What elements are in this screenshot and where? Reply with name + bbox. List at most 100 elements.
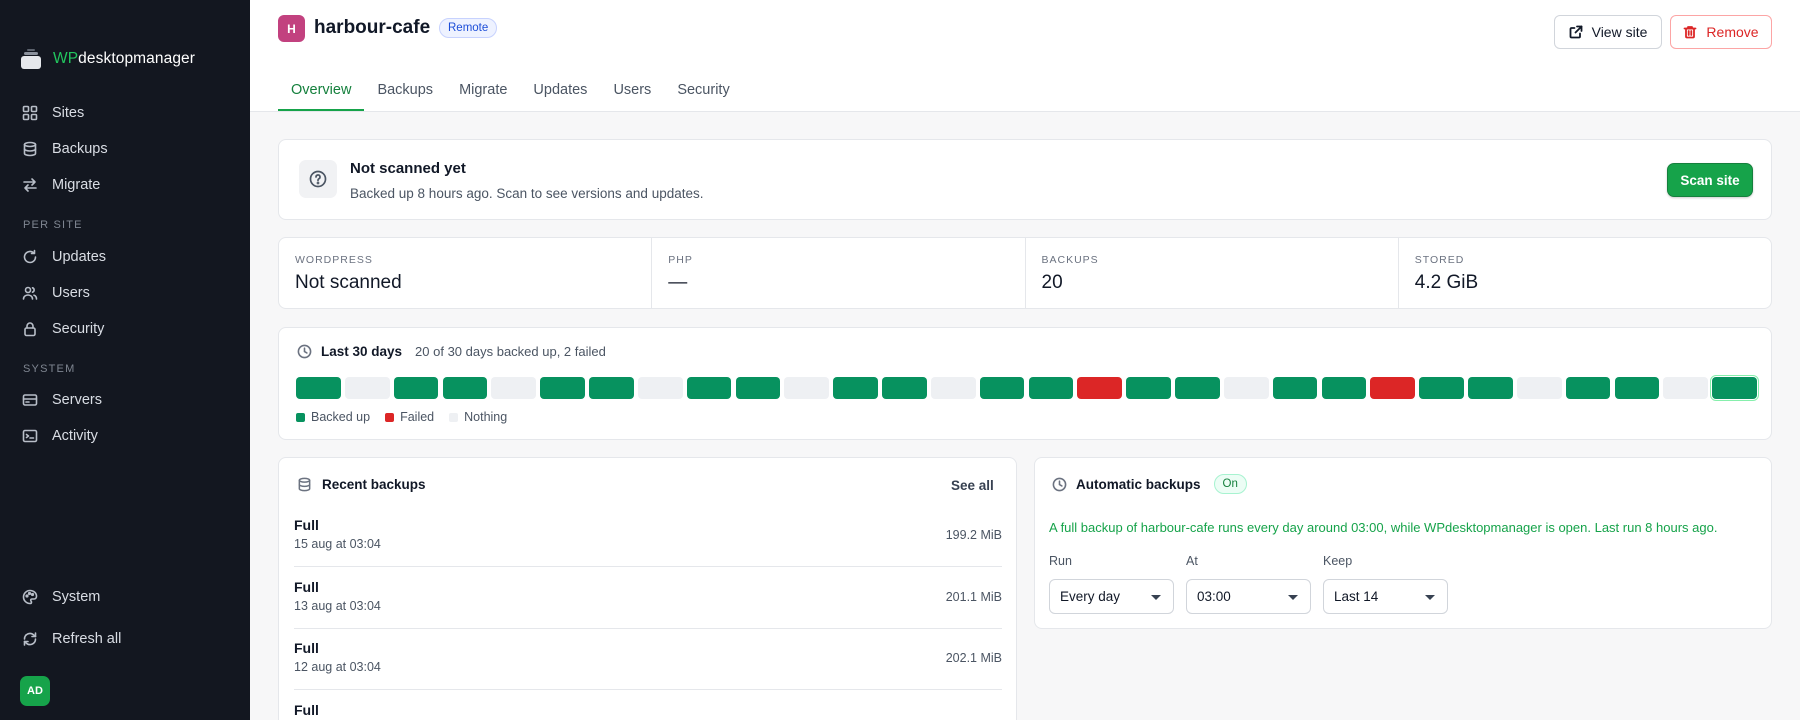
day-cell-none[interactable] (344, 377, 390, 399)
day-cell-ok[interactable] (1321, 377, 1367, 399)
day-cell-none[interactable] (491, 377, 537, 399)
backup-type: Full (294, 517, 319, 533)
tab-users[interactable]: Users (600, 70, 664, 111)
app-logo[interactable]: WPdesktopmanager (21, 49, 195, 69)
backup-date: 12 aug at 03:04 (294, 660, 381, 674)
stat-backups: BACKUPS 20 (1026, 238, 1399, 308)
tab-backups[interactable]: Backups (364, 70, 446, 111)
day-cell-failed[interactable] (1077, 377, 1123, 399)
day-cell-none[interactable] (930, 377, 976, 399)
site-initial-badge: H (278, 15, 305, 42)
site-header: H harbour-cafe Remote View site Remove O… (250, 0, 1800, 112)
legend-backed-up: Backed up (296, 410, 370, 424)
at-select-value: 03:00 (1197, 589, 1231, 604)
day-cell-none[interactable] (637, 377, 683, 399)
day-cell-ok[interactable] (1028, 377, 1074, 399)
at-label: At (1186, 554, 1198, 568)
clock-icon (1052, 477, 1067, 491)
tab-overview[interactable]: Overview (278, 70, 365, 111)
remove-button[interactable]: Remove (1670, 15, 1772, 49)
history-day-strip (296, 375, 1759, 401)
sidebar-item-label: Migrate (52, 177, 101, 193)
sidebar-item-updates[interactable]: Updates (22, 245, 106, 269)
at-select[interactable]: 03:00 (1186, 579, 1311, 614)
stat-label: PHP (668, 254, 693, 266)
sidebar-item-servers[interactable]: Servers (22, 388, 102, 412)
automatic-backups-header: Automatic backups On (1052, 474, 1247, 494)
day-cell-ok[interactable] (1175, 377, 1220, 399)
remote-badge: Remote (439, 18, 498, 38)
backup-row[interactable]: Full (294, 690, 1002, 720)
day-cell-ok[interactable] (833, 377, 878, 399)
day-cell-ok[interactable] (1614, 377, 1660, 399)
scan-status-card: Not scanned yet Backed up 8 hours ago. S… (278, 139, 1772, 220)
see-all-link[interactable]: See all (951, 478, 994, 493)
view-site-button[interactable]: View site (1554, 15, 1662, 49)
view-site-label: View site (1591, 24, 1648, 40)
stat-label: WORDPRESS (295, 254, 373, 266)
sidebar-item-sites[interactable]: Sites (22, 101, 84, 125)
backup-row[interactable]: Full 12 aug at 03:04 202.1 MiB (294, 628, 1002, 690)
sidebar-item-activity[interactable]: Activity (22, 424, 98, 448)
day-cell-ok[interactable] (540, 377, 585, 399)
day-cell-none[interactable] (784, 377, 830, 399)
day-cell-none[interactable] (1663, 377, 1709, 399)
logo-icon (21, 49, 41, 69)
day-cell-ok[interactable] (686, 377, 732, 399)
sidebar-item-users[interactable]: Users (22, 281, 90, 305)
day-cell-ok[interactable] (1565, 377, 1611, 399)
server-icon (22, 394, 38, 406)
backup-row[interactable]: Full 13 aug at 03:04 201.1 MiB (294, 567, 1002, 629)
sidebar-item-label: Security (52, 321, 105, 337)
lock-icon (24, 322, 36, 337)
external-link-icon (1569, 25, 1583, 39)
sidebar-item-label: Activity (52, 428, 98, 444)
sidebar-item-system[interactable]: System (22, 585, 100, 609)
sidebar-item-migrate[interactable]: Migrate (22, 173, 100, 197)
legend-swatch (385, 412, 395, 422)
sidebar-item-label: Servers (52, 392, 102, 408)
tab-updates[interactable]: Updates (520, 70, 600, 111)
day-cell-ok[interactable] (296, 377, 341, 399)
page-title: harbour-cafe (314, 17, 431, 38)
stat-label: BACKUPS (1041, 254, 1099, 266)
backup-history-card: Last 30 days 20 of 30 days backed up, 2 … (278, 327, 1772, 440)
day-cell-none[interactable] (1516, 377, 1562, 399)
day-cell-ok[interactable] (882, 377, 927, 399)
day-cell-ok[interactable] (1126, 377, 1171, 399)
section-label-per-site: PER SITE (23, 219, 83, 231)
day-cell-ok[interactable] (442, 377, 488, 399)
stat-php: PHP — (652, 238, 1026, 308)
run-select[interactable]: Every day (1049, 579, 1174, 614)
automatic-backups-card: Automatic backups On A full backup of ha… (1034, 457, 1772, 629)
run-select-value: Every day (1060, 589, 1121, 604)
tab-security[interactable]: Security (664, 70, 742, 111)
day-cell-ok[interactable] (393, 377, 439, 399)
sidebar: WPdesktopmanager Sites Backups Migrate P… (0, 0, 250, 720)
legend-swatch (296, 412, 305, 422)
day-cell-ok[interactable] (1468, 377, 1513, 399)
day-cell-none[interactable] (1223, 377, 1269, 399)
sidebar-item-security[interactable]: Security (22, 317, 104, 341)
scan-site-button[interactable]: Scan site (1667, 163, 1753, 197)
sidebar-item-backups[interactable]: Backups (22, 137, 108, 161)
day-cell-failed[interactable] (1370, 377, 1416, 399)
sidebar-item-label: Sites (52, 105, 85, 121)
app-name: WPdesktopmanager (53, 50, 196, 67)
database-icon (23, 141, 37, 157)
day-cell-ok[interactable] (1710, 375, 1759, 401)
backup-row[interactable]: Full 15 aug at 03:04 199.2 MiB (294, 505, 1002, 567)
day-cell-ok[interactable] (589, 377, 634, 399)
avatar[interactable]: AD (20, 676, 50, 706)
day-cell-ok[interactable] (735, 377, 781, 399)
grid-icon (22, 105, 38, 121)
sidebar-item-refresh-all[interactable]: Refresh all (22, 627, 121, 651)
tab-migrate[interactable]: Migrate (446, 70, 520, 111)
day-cell-ok[interactable] (979, 377, 1025, 399)
stat-value: Not scanned (295, 272, 402, 293)
legend-label: Nothing (464, 410, 508, 424)
day-cell-ok[interactable] (1419, 377, 1464, 399)
day-cell-ok[interactable] (1272, 377, 1318, 399)
keep-select[interactable]: Last 14 (1323, 579, 1448, 614)
sidebar-item-label: Updates (52, 249, 107, 265)
